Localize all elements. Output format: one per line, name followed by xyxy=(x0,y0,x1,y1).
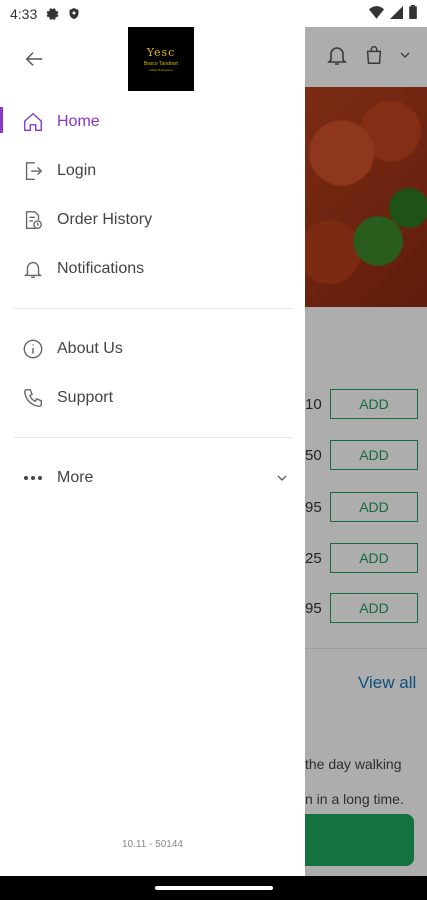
menu-divider xyxy=(13,308,292,309)
signal-icon xyxy=(390,5,403,22)
menu-item-about-us[interactable]: About Us xyxy=(0,324,305,373)
status-time: 4:33 xyxy=(10,5,38,22)
restaurant-logo: Yesc Bosco Tandoori Indian Restaurant xyxy=(128,27,194,91)
navigation-drawer: Yesc Bosco Tandoori Indian Restaurant Ho… xyxy=(0,27,305,876)
menu-item-label: Order History xyxy=(57,210,153,228)
system-navigation-bar xyxy=(0,876,427,900)
menu-item-label: Support xyxy=(57,388,114,406)
bell-icon xyxy=(22,258,44,280)
phone-icon xyxy=(22,387,44,409)
app-version: 10.11 - 50144 xyxy=(122,839,183,850)
battery-icon xyxy=(409,5,417,22)
menu-item-more[interactable]: More xyxy=(0,453,305,502)
wifi-icon xyxy=(369,5,384,22)
menu-item-label: About Us xyxy=(57,339,123,357)
settings-status-icon xyxy=(45,7,59,21)
menu-item-label: Home xyxy=(57,112,100,130)
menu-item-support[interactable]: Support xyxy=(0,373,305,422)
menu-item-label: Login xyxy=(57,161,97,179)
info-icon xyxy=(22,338,44,360)
back-arrow-icon[interactable] xyxy=(20,45,48,73)
menu-divider xyxy=(13,437,292,438)
menu-item-login[interactable]: Login xyxy=(0,146,305,195)
menu-item-order-history[interactable]: Order History xyxy=(0,195,305,244)
order-history-icon xyxy=(22,209,44,231)
home-gesture-handle[interactable] xyxy=(154,886,273,890)
menu-item-label: Notifications xyxy=(57,259,145,277)
status-bar: 4:33 xyxy=(0,0,427,27)
shield-status-icon xyxy=(67,7,81,21)
menu-item-home[interactable]: Home xyxy=(0,97,305,146)
menu-item-label: More xyxy=(57,468,94,486)
home-icon xyxy=(22,111,44,133)
chevron-down-icon[interactable] xyxy=(275,471,289,485)
more-dots-icon xyxy=(22,467,44,489)
drawer-menu: Home Login Order History Notifications A… xyxy=(0,97,305,502)
login-icon xyxy=(22,160,44,182)
menu-item-notifications[interactable]: Notifications xyxy=(0,244,305,293)
